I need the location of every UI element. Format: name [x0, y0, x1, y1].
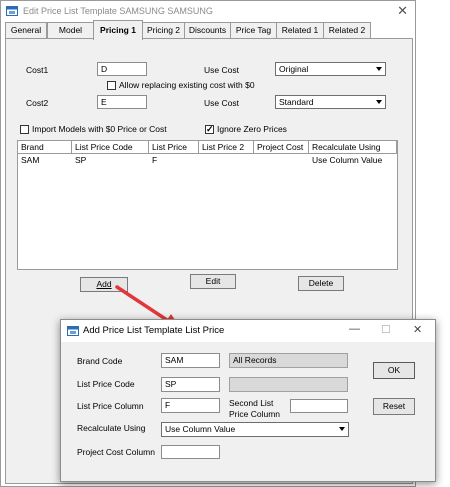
cost1-label: Cost1 — [26, 65, 49, 75]
dialog-title-bar: Add Price List Template List Price — ☐ ✕ — [61, 320, 435, 342]
ok-button-label: OK — [387, 365, 401, 375]
cell-list-price-code: SP — [75, 155, 87, 165]
import-models-label: Import Models with $0 Price or Cost — [32, 124, 167, 134]
column-header-brand[interactable]: Brand — [18, 141, 72, 154]
cost1-use-cost-label: Use Cost — [204, 65, 239, 75]
column-header-project-cost[interactable]: Project Cost — [254, 141, 309, 154]
column-header-list-price-2[interactable]: List Price 2 — [199, 141, 254, 154]
delete-button-label: Delete — [308, 278, 334, 288]
main-title-bar: Edit Price List Template SAMSUNG SAMSUNG… — [1, 1, 415, 23]
recalculate-using-select[interactable]: Use Column Value — [161, 422, 349, 437]
add-list-price-dialog: Add Price List Template List Price — ☐ ✕… — [60, 319, 436, 482]
chevron-down-icon — [376, 100, 382, 104]
chevron-down-icon — [376, 67, 382, 71]
brand-code-description: All Records — [229, 353, 348, 368]
minimize-icon[interactable]: — — [349, 323, 360, 335]
list-price-code-input[interactable]: SP — [161, 377, 220, 392]
second-list-label-line2: Price Column — [229, 409, 281, 419]
recalculate-using-value: Use Column Value — [165, 424, 236, 434]
price-list-grid[interactable]: Brand List Price Code List Price List Pr… — [17, 140, 398, 270]
column-header-list-price-code[interactable]: List Price Code — [72, 141, 149, 154]
cost2-use-cost-label: Use Cost — [204, 98, 239, 108]
maximize-icon[interactable]: ☐ — [381, 323, 391, 336]
list-price-code-label: List Price Code — [77, 379, 135, 389]
cost2-use-cost-value: Standard — [279, 97, 314, 107]
cost2-label: Cost2 — [26, 98, 49, 108]
tab-label: General — [10, 25, 42, 35]
recalculate-using-label: Recalculate Using — [77, 423, 146, 433]
reset-button[interactable]: Reset — [373, 398, 415, 415]
edit-button-label: Edit — [205, 276, 221, 286]
column-header-list-price[interactable]: List Price — [149, 141, 199, 154]
cell-list-price-2 — [199, 155, 254, 166]
app-icon — [6, 6, 18, 16]
second-list-label-line1: Second List — [229, 398, 274, 408]
column-header-recalculate-using[interactable]: Recalculate Using — [309, 141, 397, 154]
tab-label: Related 2 — [328, 25, 366, 35]
ignore-zero-checkbox[interactable]: ✓ — [205, 125, 214, 134]
tab-discounts[interactable]: Discounts — [184, 22, 231, 39]
tab-related-2[interactable]: Related 2 — [323, 22, 371, 39]
tab-model[interactable]: Model — [47, 22, 94, 39]
tab-price-tag[interactable]: Price Tag — [230, 22, 277, 39]
allow-replacing-checkbox[interactable] — [107, 81, 116, 90]
tab-label: Model — [58, 25, 83, 35]
list-price-column-label: List Price Column — [77, 401, 144, 411]
edit-button[interactable]: Edit — [190, 274, 236, 289]
cell-brand: SAM — [21, 155, 40, 165]
tab-label: Price Tag — [235, 25, 272, 35]
table-row[interactable]: SAM SP F Use Column Value — [18, 154, 397, 166]
list-price-column-input[interactable]: F — [161, 398, 220, 413]
tab-label: Discounts — [188, 25, 227, 35]
cell-list-price: F — [152, 155, 158, 165]
import-models-checkbox[interactable] — [20, 125, 29, 134]
reset-button-label: Reset — [382, 401, 406, 411]
cost2-use-cost-select[interactable]: Standard — [275, 95, 386, 109]
brand-code-input[interactable]: SAM — [161, 353, 220, 368]
cost1-use-cost-select[interactable]: Original — [275, 62, 386, 76]
tab-label: Pricing 1 — [100, 25, 136, 35]
allow-replacing-label: Allow replacing existing cost with $0 — [119, 80, 255, 90]
tab-pricing-2[interactable]: Pricing 2 — [142, 22, 185, 39]
tab-label: Pricing 2 — [146, 25, 181, 35]
cell-project-cost — [254, 155, 309, 166]
ignore-zero-label: Ignore Zero Prices — [217, 124, 287, 134]
delete-button[interactable]: Delete — [298, 276, 344, 291]
main-window-title: Edit Price List Template SAMSUNG SAMSUNG — [23, 6, 213, 16]
cost1-use-cost-value: Original — [279, 64, 309, 74]
ok-button[interactable]: OK — [373, 362, 415, 379]
cost1-input[interactable]: D — [97, 62, 147, 76]
dialog-close-icon[interactable]: ✕ — [413, 323, 422, 336]
project-cost-column-input[interactable] — [161, 445, 220, 459]
close-icon[interactable]: ✕ — [397, 3, 408, 19]
tab-label: Related 1 — [281, 25, 319, 35]
add-button[interactable]: Add — [80, 277, 128, 292]
tab-general[interactable]: General — [5, 22, 47, 39]
tab-related-1[interactable]: Related 1 — [276, 22, 324, 39]
list-price-code-description — [229, 377, 348, 392]
project-cost-column-label: Project Cost Column — [77, 447, 155, 457]
brand-code-label: Brand Code — [77, 356, 123, 366]
cell-recalculate-using: Use Column Value — [312, 155, 383, 165]
tab-pricing-1[interactable]: Pricing 1 — [93, 20, 143, 40]
dialog-title: Add Price List Template List Price — [83, 325, 225, 336]
add-button-label: Add — [96, 279, 112, 289]
app-icon — [67, 326, 79, 336]
second-list-price-column-input[interactable] — [290, 399, 348, 413]
cost2-input[interactable]: E — [97, 95, 147, 109]
chevron-down-icon — [339, 427, 345, 431]
